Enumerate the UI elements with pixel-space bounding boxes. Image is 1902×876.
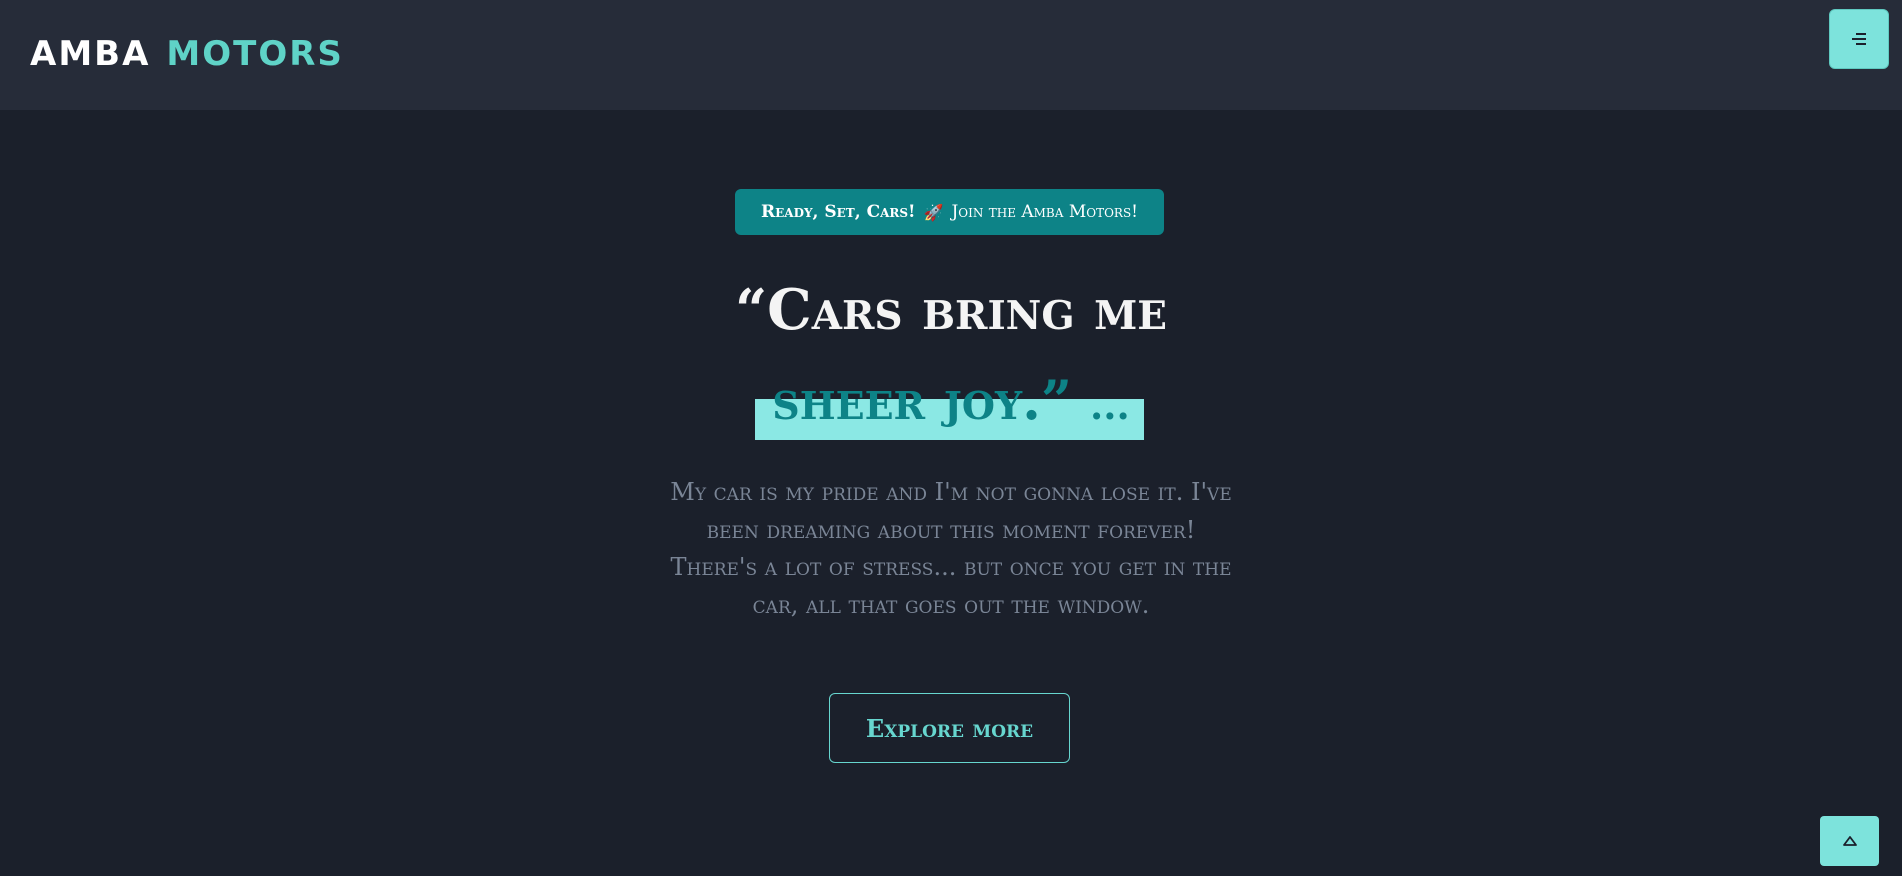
- logo[interactable]: AMBA MOTORS: [30, 34, 344, 74]
- rocket-icon: 🚀: [923, 202, 944, 222]
- typing-ellipsis: ...: [1090, 383, 1130, 428]
- announcement-badge[interactable]: Ready, Set, Cars! 🚀 Join the Amba Motors…: [735, 189, 1164, 235]
- headline-line-2: sheer joy.”...: [772, 360, 1129, 440]
- headline-line-1: “Cars bring me: [734, 277, 1168, 343]
- badge-text: Join the Amba Motors!: [951, 202, 1138, 222]
- hero-description: My car is my pride and I'm not gonna los…: [670, 478, 1232, 619]
- navbar: AMBA MOTORS: [0, 0, 1902, 110]
- headline-line-2-text: sheer joy.”: [772, 368, 1073, 432]
- headline-line-2-wrap: sheer joy.”...: [0, 360, 1902, 440]
- chevron-up-icon: [1842, 836, 1857, 846]
- badge-strong-text: Ready, Set, Cars!: [760, 202, 916, 222]
- menu-icon: [1852, 33, 1866, 45]
- logo-amba: AMBA: [30, 34, 151, 74]
- menu-button[interactable]: [1829, 9, 1889, 69]
- explore-more-button[interactable]: Explore more: [829, 693, 1070, 763]
- logo-motors: MOTORS: [166, 34, 344, 74]
- scroll-to-top-button[interactable]: [1820, 816, 1879, 866]
